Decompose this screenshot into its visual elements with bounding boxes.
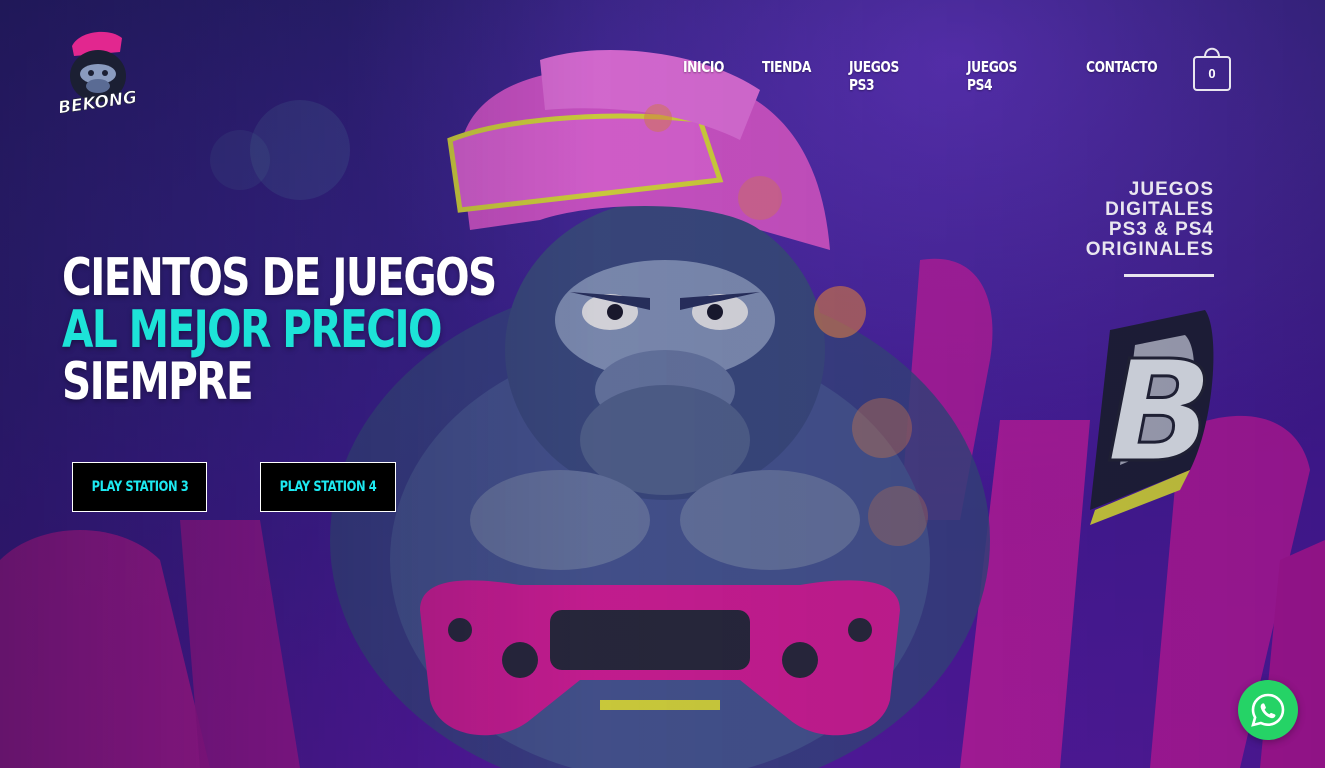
cart-count: 0 — [1208, 66, 1216, 81]
cart-button[interactable]: 0 — [1192, 44, 1232, 92]
play-station-3-label: PLAY STATION 3 — [91, 479, 188, 495]
tagline-line-4: ORIGINALES — [1085, 239, 1214, 260]
whatsapp-button[interactable] — [1238, 680, 1298, 740]
tagline-line-1: JUEGOS — [1128, 179, 1214, 200]
nav-link-inicio[interactable]: INICIO — [683, 58, 724, 76]
hero-headline: CIENTOS DE JUEGOS AL MEJOR PRECIO SIEMPR… — [62, 248, 497, 412]
play-station-4-button[interactable]: PLAY STATION 4 — [260, 462, 396, 512]
badge-letter: B — [1107, 331, 1214, 494]
play-station-4-label: PLAY STATION 4 — [279, 479, 377, 495]
headline-line-3: SIEMPRE — [62, 352, 254, 412]
svg-text:BEKONG: BEKONG — [60, 88, 138, 116]
nav-link-juegos-ps4[interactable]: JUEGOS PS4 — [967, 58, 1017, 94]
whatsapp-icon — [1251, 693, 1285, 727]
hero-tagline: JUEGOS DIGITALES PS3 & PS4 ORIGINALES — [1060, 180, 1214, 260]
nav-link-tienda[interactable]: TIENDA — [762, 58, 811, 76]
tagline-line-2: DIGITALES — [1105, 199, 1214, 220]
b-badge-icon: B — [1105, 330, 1215, 496]
tagline-divider — [1124, 274, 1214, 277]
headline-line-2: AL MEJOR PRECIO — [62, 300, 443, 360]
nav-link-juegos-ps3[interactable]: JUEGOS PS3 — [849, 58, 899, 94]
tagline-line-3: PS3 & PS4 — [1108, 219, 1214, 240]
play-station-3-button[interactable]: PLAY STATION 3 — [72, 462, 207, 512]
headline-line-1: CIENTOS DE JUEGOS — [62, 248, 497, 308]
nav-link-contacto[interactable]: CONTACTO — [1086, 58, 1158, 76]
bekong-logo[interactable]: BEKONG — [60, 26, 140, 116]
